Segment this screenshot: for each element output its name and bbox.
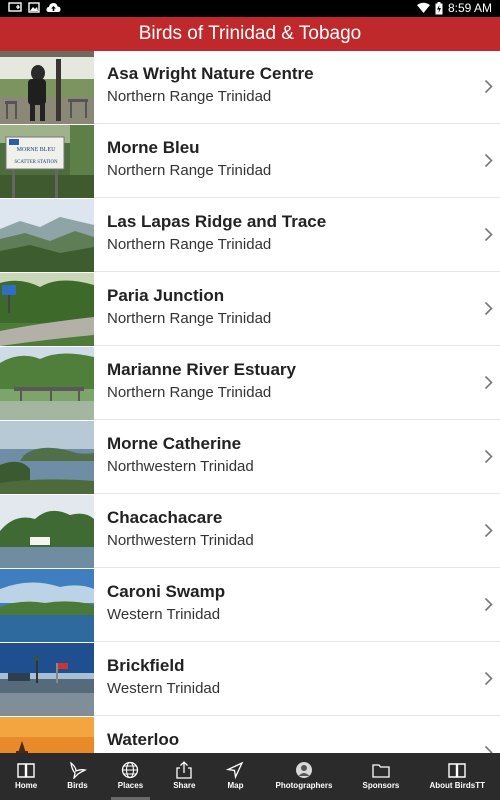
bird-icon xyxy=(52,761,103,779)
list-item[interactable]: Morne Catherine Northwestern Trinidad xyxy=(0,421,500,494)
battery-icon xyxy=(435,1,443,15)
tab-share[interactable]: Share xyxy=(158,753,210,800)
list-item[interactable]: Las Lapas Ridge and Trace Northern Range… xyxy=(0,199,500,272)
clock-time: 8:59 AM xyxy=(447,1,492,15)
list-item[interactable]: Asa Wright Nature Centre Northern Range … xyxy=(0,51,500,124)
bottom-tab-bar: Home Birds Places Share Map Photographer… xyxy=(0,753,500,800)
place-region: Western Trinidad xyxy=(107,680,221,697)
chevron-right-icon xyxy=(484,523,493,543)
book-icon xyxy=(414,761,500,779)
chevron-right-icon xyxy=(484,745,493,753)
tab-map[interactable]: Map xyxy=(210,753,260,800)
list-item[interactable]: Chacachacare Northwestern Trinidad xyxy=(0,495,500,568)
navigation-arrow-icon xyxy=(210,761,260,779)
sign-line-1: MORNE BLEU xyxy=(17,147,57,153)
tab-label: Sponsors xyxy=(362,781,400,790)
globe-icon xyxy=(103,761,158,779)
list-item[interactable]: Brickfield Western Trinidad xyxy=(0,643,500,716)
island-photo xyxy=(0,495,94,568)
place-region: Northern Range Trinidad xyxy=(107,88,272,105)
folder-icon xyxy=(347,761,414,779)
chevron-right-icon xyxy=(484,375,493,395)
tab-sponsors[interactable]: Sponsors xyxy=(347,753,414,800)
app-header: Birds of Trinidad & Tobago xyxy=(0,17,500,51)
tab-label: Home xyxy=(15,781,38,790)
tab-label: Share xyxy=(173,781,196,790)
cast-icon xyxy=(8,2,22,13)
place-name: Marianne River Estuary xyxy=(107,360,296,379)
place-region: Northwestern Trinidad xyxy=(107,458,254,475)
wifi-icon xyxy=(416,2,430,14)
place-name: Waterloo xyxy=(107,730,180,749)
chevron-right-icon xyxy=(484,79,493,99)
tab-places[interactable]: Places xyxy=(103,753,158,800)
place-name: Paria Junction xyxy=(107,286,225,305)
chevron-right-icon xyxy=(484,153,493,173)
place-region: Northern Range Trinidad xyxy=(107,162,272,179)
status-bar: 8:59 AM xyxy=(0,0,500,17)
list-item[interactable]: Caroni Swamp Western Trinidad xyxy=(0,569,500,642)
place-region: Northern Range Trinidad xyxy=(107,236,272,253)
place-region: Northern Range Trinidad xyxy=(107,384,272,401)
place-name: Morne Catherine xyxy=(107,434,242,453)
tab-label: Places xyxy=(117,781,144,790)
tab-birds[interactable]: Birds xyxy=(52,753,103,800)
cloud-upload-icon xyxy=(46,2,61,13)
place-region: Western Trinidad xyxy=(107,606,221,623)
tab-label: About BirdsTT xyxy=(429,781,485,790)
sign-line-2: SCATTER STATION xyxy=(14,160,58,165)
place-name: Brickfield xyxy=(107,656,185,675)
place-name: Las Lapas Ridge and Trace xyxy=(107,212,327,231)
chevron-right-icon xyxy=(484,597,493,617)
tab-about[interactable]: About BirdsTT xyxy=(414,753,500,800)
app-title: Birds of Trinidad & Tobago xyxy=(138,23,362,44)
chevron-right-icon xyxy=(484,671,493,691)
tab-label: Photographers xyxy=(275,781,333,790)
sunset-temple-photo xyxy=(0,717,94,753)
place-region: Northwestern Trinidad xyxy=(107,532,254,549)
list-item[interactable]: Marianne River Estuary Northern Range Tr… xyxy=(0,347,500,420)
station-sign-photo: MORNE BLEU SCATTER STATION xyxy=(0,125,94,198)
book-icon xyxy=(0,761,52,779)
bridge-photo xyxy=(0,347,94,420)
chevron-right-icon xyxy=(484,301,493,321)
place-name: Asa Wright Nature Centre xyxy=(107,64,314,83)
place-name: Caroni Swamp xyxy=(107,582,226,601)
veranda-photo xyxy=(0,51,94,124)
list-item[interactable]: MORNE BLEU SCATTER STATION Morne Bleu No… xyxy=(0,125,500,198)
place-region: Northern Range Trinidad xyxy=(107,310,272,327)
forest-road-photo xyxy=(0,273,94,346)
swamp-photo xyxy=(0,569,94,642)
share-icon xyxy=(158,761,210,779)
place-name: Chacachacare xyxy=(107,508,223,527)
waterfront-photo xyxy=(0,643,94,716)
place-name: Morne Bleu xyxy=(107,138,200,157)
places-list[interactable]: Asa Wright Nature Centre Northern Range … xyxy=(0,51,500,753)
tab-home[interactable]: Home xyxy=(0,753,52,800)
list-item[interactable]: Paria Junction Northern Range Trinidad xyxy=(0,273,500,346)
tab-photographers[interactable]: Photographers xyxy=(261,753,348,800)
tab-label: Birds xyxy=(67,781,88,790)
coastal-bay-photo xyxy=(0,421,94,494)
image-icon xyxy=(28,2,40,13)
tab-label: Map xyxy=(227,781,244,790)
list-item[interactable]: Waterloo xyxy=(0,717,500,753)
person-icon xyxy=(261,761,348,779)
chevron-right-icon xyxy=(484,227,493,247)
forest-ridge-photo xyxy=(0,199,94,272)
chevron-right-icon xyxy=(484,449,493,469)
